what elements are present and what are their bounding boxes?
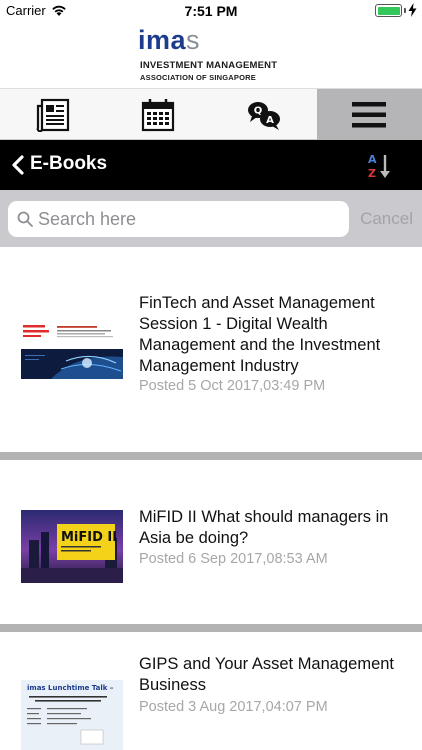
item-title: GIPS and Your Asset Management Business xyxy=(139,655,395,694)
hamburger-menu-icon xyxy=(352,101,387,127)
status-time: 7:51 PM xyxy=(184,3,238,19)
page-title: E-Books xyxy=(30,153,108,174)
ebook-thumbnail xyxy=(21,321,123,379)
battery-icon xyxy=(375,4,402,17)
item-title: MiFID II What should managers in Asia be… xyxy=(139,508,389,547)
battery-level xyxy=(377,6,400,15)
item-date: Posted 3 Aug 2017,04:07 PM xyxy=(139,699,328,715)
brand-header: imas INVESTMENT MANAGEMENT ASSOCIATION O… xyxy=(0,22,422,88)
navigation-bar: E-Books A Z xyxy=(0,140,422,190)
svg-text:A: A xyxy=(368,153,377,166)
tab-menu[interactable] xyxy=(316,89,422,140)
thumb-heading: MiFID II xyxy=(61,530,117,545)
search-input[interactable] xyxy=(38,201,338,237)
ebook-thumbnail: MiFID II xyxy=(21,510,123,583)
ebook-cover-image: MiFID II xyxy=(21,510,123,583)
svg-text:Q: Q xyxy=(253,105,262,116)
tab-events[interactable] xyxy=(106,89,212,140)
charging-bolt-icon xyxy=(408,3,417,17)
svg-text:A: A xyxy=(266,115,274,126)
brand-name: INVESTMENT MANAGEMENT xyxy=(140,60,278,71)
list-separator xyxy=(0,624,422,632)
list-separator xyxy=(0,452,422,460)
search-bar: Cancel xyxy=(0,190,422,247)
logo-suffix: s xyxy=(186,25,201,55)
newspaper-icon xyxy=(36,98,69,132)
search-icon xyxy=(17,211,33,227)
chevron-left-icon[interactable] xyxy=(11,155,25,175)
ebook-thumbnail: imas Lunchtime Talk – xyxy=(21,680,123,750)
top-tab-bar: Q A xyxy=(0,88,422,140)
item-title: FinTech and Asset Management Session 1 -… xyxy=(139,294,381,375)
status-bar: Carrier 7:51 PM xyxy=(0,0,422,22)
cancel-button[interactable]: Cancel xyxy=(360,209,413,229)
calendar-icon xyxy=(142,98,175,131)
item-date: Posted 6 Sep 2017,08:53 AM xyxy=(139,551,328,567)
list-item[interactable]: MiFID II MiFID II What should managers i… xyxy=(0,460,422,629)
logo-prefix: ima xyxy=(138,25,187,55)
ebook-cover-image xyxy=(21,321,123,379)
thumb-heading: imas Lunchtime Talk – xyxy=(27,684,114,692)
tab-qa[interactable]: Q A xyxy=(211,89,317,140)
svg-text:Z: Z xyxy=(368,167,376,180)
list-item[interactable]: FinTech and Asset Management Session 1 -… xyxy=(0,247,422,452)
imas-logo: imas xyxy=(138,25,200,55)
sort-a-z-icon[interactable]: A Z xyxy=(368,152,394,180)
battery-tip xyxy=(404,8,406,13)
search-field[interactable] xyxy=(8,201,349,237)
tab-news[interactable] xyxy=(0,89,106,140)
qa-chat-icon: Q A xyxy=(247,101,280,130)
list-item[interactable]: imas Lunchtime Talk – GIPS and Your Asse… xyxy=(0,632,422,750)
item-date: Posted 5 Oct 2017,03:49 PM xyxy=(139,378,326,394)
brand-subtitle: ASSOCIATION OF SINGAPORE xyxy=(140,73,256,82)
ebook-cover-image: imas Lunchtime Talk – xyxy=(21,680,123,750)
